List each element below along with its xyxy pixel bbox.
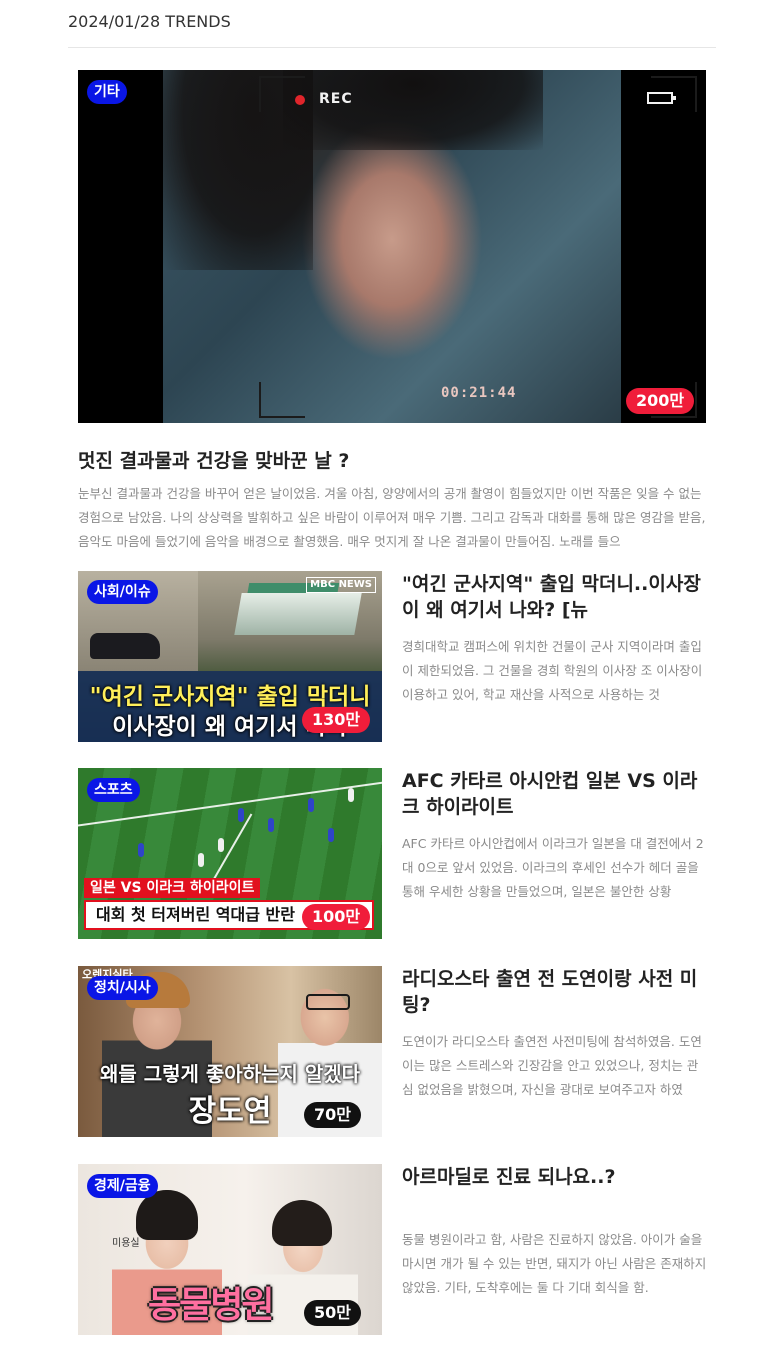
page-header: 2024/01/28 TRENDS (68, 0, 716, 48)
car-image (90, 633, 160, 659)
item-description: 경희대학교 캠퍼스에 위치한 건물이 군사 지역이라며 출입이 제한되었음. 그… (402, 639, 703, 702)
mbc-news-logo: MBC NEWS (306, 577, 376, 593)
item-title[interactable]: AFC 카타르 아시안컵 일본 VS 이라크 하이라이트 (402, 768, 708, 826)
list-item[interactable]: 오렌지실타 왜들 그렇게 좋아하는지 알겠다 장도연 정치/시사 70만 라디오… (78, 966, 708, 1138)
viewfinder-corner (259, 76, 305, 112)
featured-thumbnail-image: REC 00:21:44 (163, 70, 697, 423)
thumb-caption: 동물병원 (148, 1285, 274, 1326)
item-description: 도연이가 라디오스타 출연전 사전미팅에 참석하였음. 도연이는 많은 스트레스… (402, 1034, 702, 1097)
thumb-caption: "여긴 군사지역" 출입 막더니 (89, 684, 371, 710)
record-dot-icon (295, 95, 305, 105)
item-thumbnail[interactable]: 미용실 동물병원 경제/금융 50만 (78, 1164, 382, 1335)
thumb-caption: 왜들 그렇게 좋아하는지 알겠다 (99, 1062, 361, 1086)
views-badge: 200만 (626, 388, 695, 414)
item-thumbnail[interactable]: 일본 VS 이라크 하이라이트 대회 첫 터져버린 역대급 반란 스포츠 100… (78, 768, 382, 939)
thumb-caption: 일본 VS 이라크 하이라이트 (84, 878, 261, 898)
views-badge: 50만 (304, 1300, 361, 1326)
featured-thumbnail[interactable]: REC 00:21:44 기타 200만 (78, 70, 706, 423)
category-badge: 정치/시사 (87, 976, 158, 1000)
sign-label: 미용실 (112, 1238, 140, 1249)
list-item[interactable]: 일본 VS 이라크 하이라이트 대회 첫 터져버린 역대급 반란 스포츠 100… (78, 768, 708, 940)
item-description: AFC 카타르 아시안컵에서 이라크가 일본을 대 결전에서 2대 0으로 앞서… (402, 836, 704, 899)
item-description: 동물 병원이라고 함, 사람은 진료하지 않았음. 아이가 술을 마시면 개가 … (402, 1232, 707, 1295)
item-thumbnail[interactable]: 오렌지실타 왜들 그렇게 좋아하는지 알겠다 장도연 정치/시사 70만 (78, 966, 382, 1137)
list-item[interactable]: MBC NEWS "여긴 군사지역" 출입 막더니 이사장이 왜 여기서 나와 … (78, 571, 708, 743)
category-badge: 경제/금융 (87, 1174, 158, 1198)
views-badge: 100만 (302, 904, 371, 930)
featured-title[interactable]: 멋진 결과물과 건강을 맞바꾼 날 ? (78, 446, 708, 473)
item-title[interactable]: 아르마딜로 진료 되나요..? (402, 1164, 708, 1222)
battery-icon (647, 92, 676, 104)
item-thumbnail[interactable]: MBC NEWS "여긴 군사지역" 출입 막더니 이사장이 왜 여기서 나와 … (78, 571, 382, 742)
glasses-image (306, 994, 350, 1010)
category-badge: 사회/이슈 (87, 580, 158, 604)
item-title[interactable]: 라디오스타 출연 전 도연이랑 사전 미팅? (402, 966, 708, 1024)
viewfinder-corner (259, 382, 305, 418)
timecode-label: 00:21:44 (441, 385, 517, 401)
rec-label: REC (319, 91, 353, 107)
list-item[interactable]: 미용실 동물병원 경제/금융 50만 아르마딜로 진료 되나요..? 동물 병원… (78, 1164, 708, 1336)
views-badge: 130만 (302, 707, 371, 733)
featured-description: 눈부신 결과물과 건강을 바꾸어 얻은 날이었음. 겨울 아침, 양양에서의 공… (78, 486, 706, 549)
item-title[interactable]: "여긴 군사지역" 출입 막더니..이사장이 왜 여기서 나와? [뉴 (402, 571, 708, 629)
building-image (234, 593, 362, 635)
category-badge: 기타 (87, 80, 127, 104)
views-badge: 70만 (304, 1102, 361, 1128)
category-badge: 스포츠 (87, 778, 140, 802)
trends-date-title: 2024/01/28 TRENDS (68, 12, 231, 31)
